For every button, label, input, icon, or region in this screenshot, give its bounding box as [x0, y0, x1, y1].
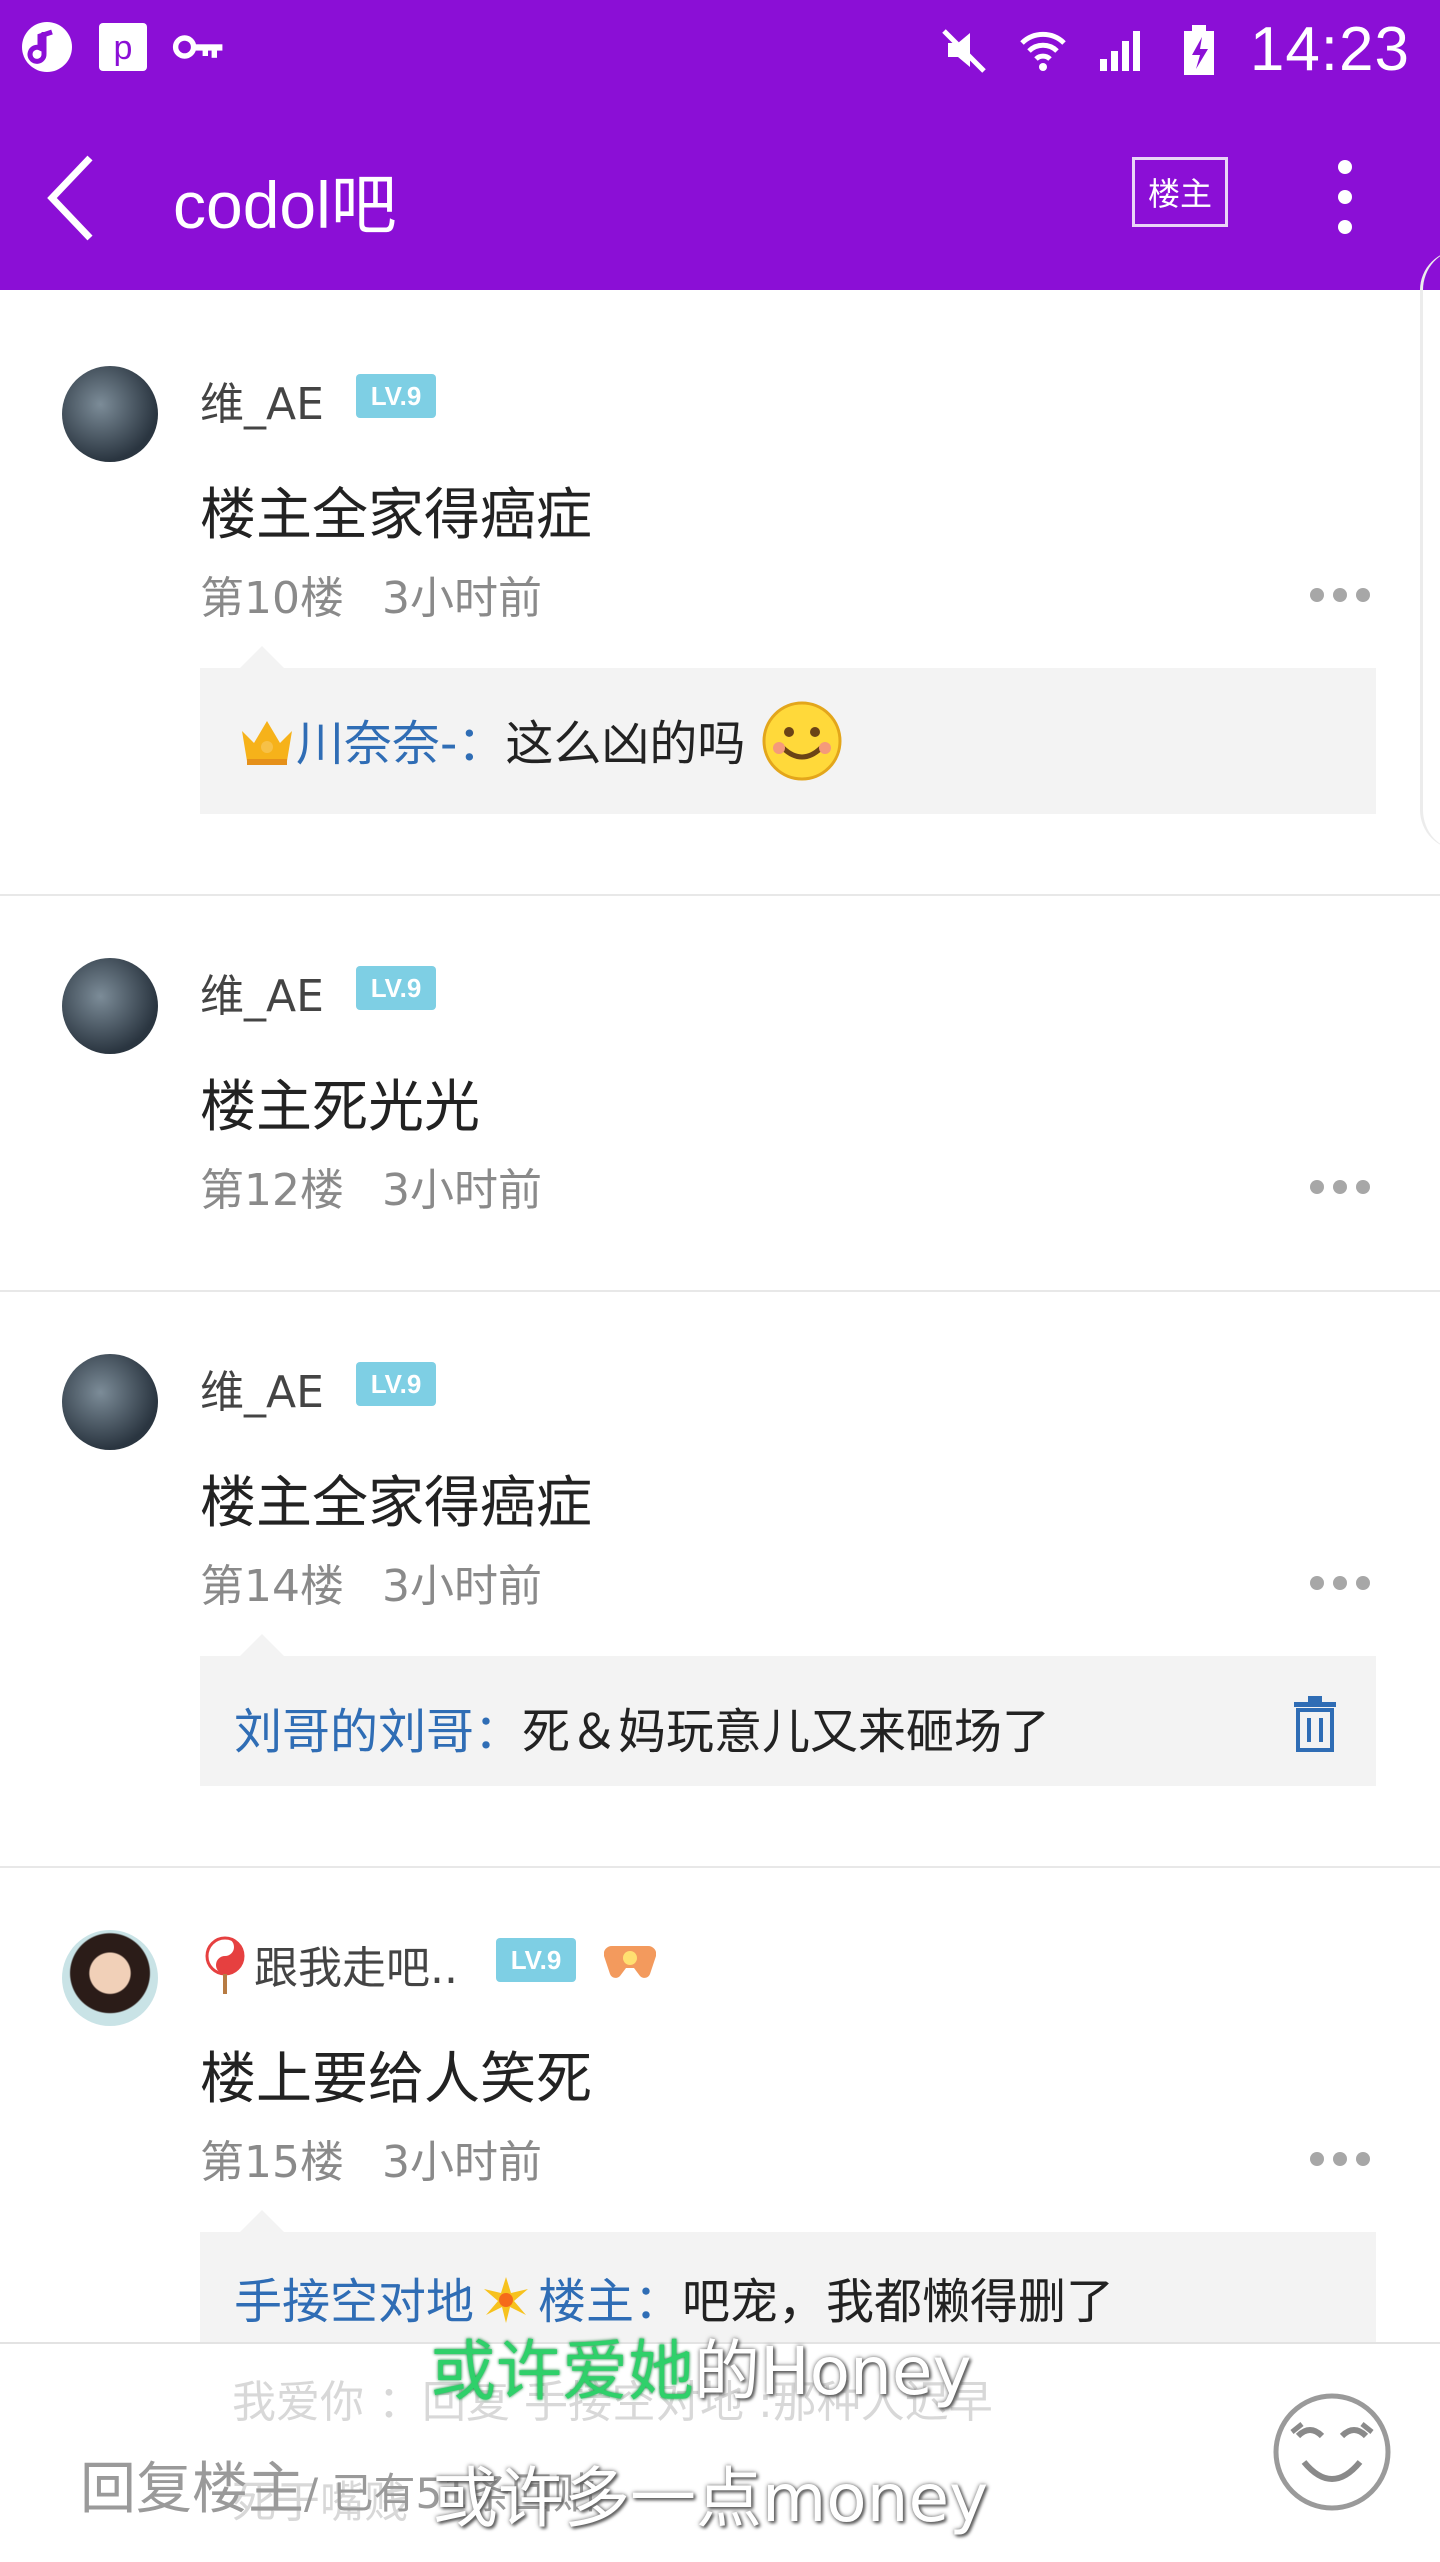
level-badge: LV.9 [356, 374, 436, 418]
p-app-icon: p [96, 20, 150, 74]
post-content: 楼主死光光 [200, 1075, 480, 1140]
floor-number: 第10楼 [200, 573, 344, 624]
floor-number: 第14楼 [200, 1561, 344, 1612]
reply-text: 死＆妈玩意儿又来砸场了 [522, 1704, 1051, 1760]
post-content: 楼主全家得癌症 [200, 1471, 592, 1536]
reply-author[interactable]: 川奈奈- [296, 716, 457, 772]
username[interactable]: 维_AE [200, 960, 324, 1024]
music-app-icon [20, 20, 74, 74]
post-item: 跟我走吧.. LV.9 楼上要给人笑死 第15楼 3小时前 手接空对地 楼主：吧宠… [0, 1866, 1440, 2392]
level-badge: LV.9 [356, 966, 436, 1010]
post-time: 3小时前 [382, 573, 542, 624]
reply-text: 这么凶的吗 [505, 716, 746, 772]
reply-bubble[interactable]: 川奈奈-：这么凶的吗 [200, 646, 1376, 814]
username[interactable]: 维_AE [200, 368, 324, 432]
status-bar: p 14:23 [0, 0, 1440, 100]
post-meta: 第12楼 3小时前 [200, 1154, 542, 1218]
level-badge: LV.9 [496, 1938, 576, 1982]
avatar[interactable] [62, 1354, 158, 1450]
mute-icon [938, 23, 992, 77]
clock: 14:23 [1249, 15, 1410, 84]
more-vertical-icon [1338, 160, 1352, 174]
lyric-line-2: 或许多一点money [432, 2460, 989, 2537]
floor-number: 第15楼 [200, 2137, 344, 2188]
reply-placeholder: 回复楼主 [80, 2457, 304, 2522]
svg-text:p: p [114, 29, 133, 67]
smile-emoji-icon [761, 700, 843, 794]
more-horizontal-icon [1310, 1180, 1324, 1194]
owner-only-button[interactable]: 楼主 [1132, 157, 1228, 227]
post-time: 3小时前 [382, 2137, 542, 2188]
lollipop-icon [202, 1936, 248, 1998]
key-icon [172, 20, 226, 74]
game-controller-icon [603, 1940, 657, 1984]
post-more-button[interactable] [1310, 588, 1370, 604]
forum-title: codol吧 [173, 168, 397, 242]
post-more-button[interactable] [1310, 2152, 1370, 2168]
more-horizontal-icon [1310, 1576, 1324, 1590]
back-arrow-icon [47, 155, 93, 241]
more-horizontal-icon [1310, 2152, 1324, 2166]
laughing-face-icon [1273, 2393, 1391, 2511]
post-meta: 第14楼 3小时前 [200, 1550, 542, 1614]
lyric-line-1: 或许爱她的Honey [430, 2333, 972, 2410]
battery-charging-icon [1172, 23, 1226, 77]
reply-bubble[interactable]: 刘哥的刘哥：死＆妈玩意儿又来砸场了 [200, 1634, 1376, 1786]
username[interactable]: 跟我走吧.. [254, 1932, 458, 1996]
post-content: 楼主全家得癌症 [200, 483, 592, 548]
crown-icon [238, 715, 296, 779]
floor-number: 第12楼 [200, 1165, 344, 1216]
post-time: 3小时前 [382, 1561, 542, 1612]
more-horizontal-icon [1310, 588, 1324, 602]
avatar[interactable] [62, 1930, 158, 2026]
post-item: 维_AE LV.9 楼主全家得癌症 第14楼 3小时前 刘哥的刘哥：死＆妈玩意儿又… [0, 1290, 1440, 1868]
avatar[interactable] [62, 366, 158, 462]
post-item: 维_AE LV.9 楼主全家得癌症 第10楼 3小时前 川奈奈-：这么凶的吗 [0, 300, 1440, 896]
username[interactable]: 维_AE [200, 1356, 324, 1420]
emoji-button[interactable] [1270, 2390, 1394, 2514]
avatar[interactable] [62, 958, 158, 1054]
reply-author[interactable]: 刘哥的刘哥 [234, 1704, 474, 1760]
top-app-bar: codol吧 楼主 [0, 100, 1440, 290]
post-time: 3小时前 [382, 1165, 542, 1216]
post-meta: 第10楼 3小时前 [200, 562, 542, 626]
post-more-button[interactable] [1310, 1180, 1370, 1196]
level-badge: LV.9 [356, 1362, 436, 1406]
more-options-button[interactable] [1325, 160, 1365, 240]
back-button[interactable] [40, 148, 110, 248]
post-item: 维_AE LV.9 楼主死光光 第12楼 3小时前 [0, 894, 1440, 1292]
signal-icon [1094, 23, 1148, 77]
post-more-button[interactable] [1310, 1576, 1370, 1592]
trash-icon[interactable] [1292, 1696, 1338, 1752]
post-meta: 第15楼 3小时前 [200, 2126, 542, 2190]
post-content: 楼上要给人笑死 [200, 2047, 592, 2112]
wifi-icon [1016, 23, 1070, 77]
